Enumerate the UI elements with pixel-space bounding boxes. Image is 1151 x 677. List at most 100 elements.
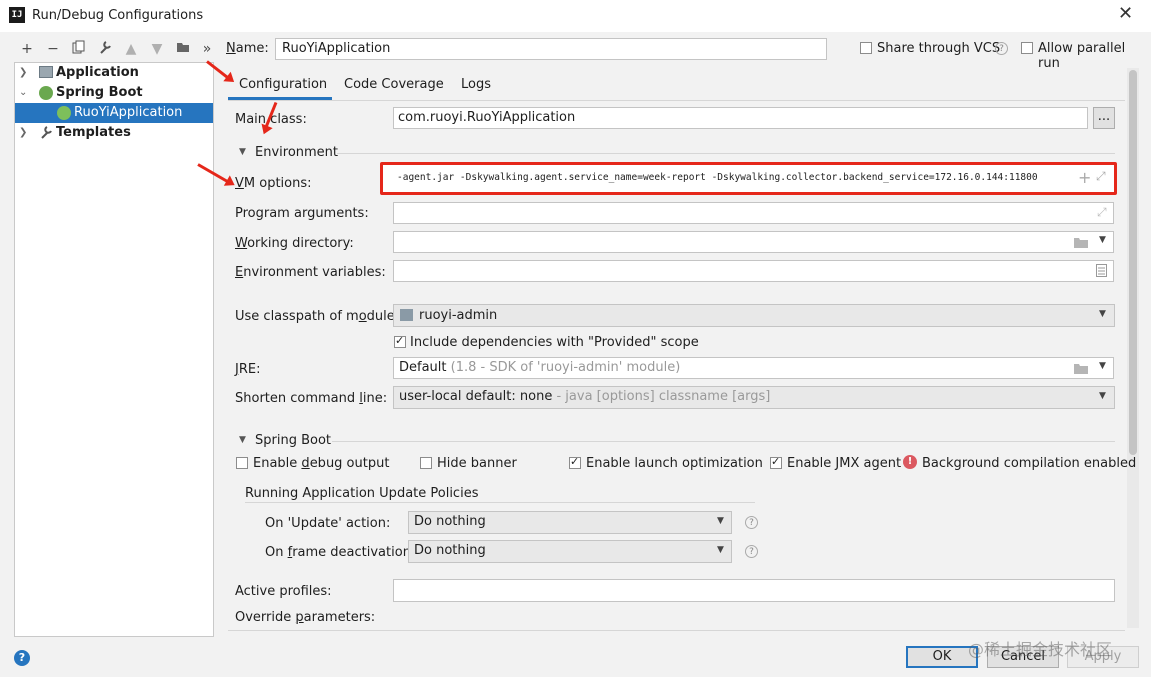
tree-item-spring-boot[interactable]: ⌄ Spring Boot bbox=[15, 83, 213, 103]
share-vcs-checkbox[interactable] bbox=[860, 42, 872, 54]
jmx-agent-label: Enable JMX agent bbox=[787, 456, 902, 471]
share-vcs-label: Share through VCS bbox=[877, 41, 1001, 56]
tree-item-application[interactable]: ❯ Application bbox=[15, 63, 213, 83]
env-vars-label: Environment variables: bbox=[235, 265, 386, 280]
collapse-triangle-icon[interactable]: ▼ bbox=[239, 147, 246, 157]
bg-compilation-label: Background compilation enabled bbox=[922, 456, 1137, 471]
close-window-button[interactable]: ✕ bbox=[1118, 3, 1133, 24]
section-divider bbox=[337, 153, 1115, 154]
chevron-down-icon: ▼ bbox=[717, 545, 724, 555]
program-args-label: Program arguments: bbox=[235, 206, 369, 221]
jmx-agent-checkbox[interactable] bbox=[770, 455, 782, 469]
on-update-select[interactable]: Do nothing ▼ bbox=[408, 511, 732, 534]
on-frame-select[interactable]: Do nothing ▼ bbox=[408, 540, 732, 563]
on-frame-value: Do nothing bbox=[414, 543, 486, 558]
intellij-logo-icon: IJ bbox=[9, 7, 25, 23]
on-update-value: Do nothing bbox=[414, 514, 486, 529]
tree-item-label: Application bbox=[56, 65, 139, 80]
config-tree[interactable]: ❯ Application ⌄ Spring Boot RuoYiApplica… bbox=[14, 62, 214, 637]
chevron-down-icon: ▼ bbox=[1099, 309, 1106, 319]
collapse-triangle-icon[interactable]: ▼ bbox=[239, 435, 246, 445]
insert-macro-icon[interactable]: + bbox=[1078, 168, 1091, 187]
tree-item-label: Spring Boot bbox=[56, 85, 143, 100]
tree-item-ruoyiapplication[interactable]: RuoYiApplication bbox=[15, 103, 213, 123]
title-bar: IJ Run/Debug Configurations ✕ bbox=[0, 0, 1151, 32]
main-class-value: com.ruoyi.RuoYiApplication bbox=[398, 110, 576, 125]
vm-options-highlight: -agent.jar -Dskywalking.agent.service_na… bbox=[380, 162, 1117, 195]
debug-output-checkbox[interactable] bbox=[236, 457, 248, 469]
on-update-label: On 'Update' action: bbox=[265, 516, 391, 531]
on-frame-label: On frame deactivation: bbox=[265, 545, 416, 560]
copy-config-icon[interactable] bbox=[70, 40, 88, 58]
env-vars-input[interactable] bbox=[393, 260, 1114, 282]
jre-value: Default bbox=[399, 360, 447, 375]
vm-options-input[interactable]: -agent.jar -Dskywalking.agent.service_na… bbox=[397, 172, 1073, 183]
parallel-run-label: Allow parallel run bbox=[1038, 41, 1126, 71]
shorten-select[interactable]: user-local default: none - java [options… bbox=[393, 386, 1115, 409]
classpath-select[interactable]: ruoyi-admin ▼ bbox=[393, 304, 1115, 327]
vm-options-label: VM options: bbox=[235, 176, 312, 191]
help-icon[interactable]: ? bbox=[995, 42, 1008, 55]
scrollbar-thumb[interactable] bbox=[1129, 70, 1137, 455]
jre-label: JRE: bbox=[235, 362, 261, 377]
classpath-label: Use classpath of module: bbox=[235, 309, 400, 324]
expand-icon[interactable]: ⤢ bbox=[1096, 169, 1106, 184]
tree-item-templates[interactable]: ❯ Templates bbox=[15, 123, 213, 143]
help-icon[interactable]: ? bbox=[745, 545, 758, 558]
new-folder-icon[interactable] bbox=[174, 40, 192, 58]
parallel-run-checkbox[interactable] bbox=[1021, 42, 1033, 54]
chevron-right-icon: ❯ bbox=[19, 67, 28, 78]
help-icon[interactable]: ? bbox=[14, 650, 30, 666]
panel-bottom-divider bbox=[228, 630, 1125, 631]
chevron-down-icon: ⌄ bbox=[19, 87, 28, 98]
tab-label: Configuration bbox=[239, 77, 328, 92]
hide-banner-label: Hide banner bbox=[437, 456, 517, 471]
chevron-down-icon: ▼ bbox=[717, 516, 724, 526]
scrollbar-track[interactable] bbox=[1127, 68, 1139, 628]
classpath-value: ruoyi-admin bbox=[419, 308, 498, 323]
override-params-label: Override parameters: bbox=[235, 610, 376, 625]
hide-banner-checkbox[interactable] bbox=[420, 457, 432, 469]
launch-optimization-label: Enable launch optimization bbox=[586, 456, 763, 471]
include-deps-label: Include dependencies with "Provided" sco… bbox=[410, 335, 699, 350]
jre-select[interactable]: Default (1.8 - SDK of 'ruoyi-admin' modu… bbox=[393, 357, 1114, 379]
wrench-icon bbox=[39, 125, 53, 146]
policies-title: Running Application Update Policies bbox=[245, 486, 479, 501]
working-dir-input[interactable]: ▼ bbox=[393, 231, 1114, 253]
error-icon: ! bbox=[903, 455, 917, 469]
expand-icon[interactable]: ⤢ bbox=[1097, 205, 1107, 220]
launch-optimization-checkbox[interactable] bbox=[569, 455, 581, 469]
chevron-down-icon[interactable]: ▼ bbox=[1099, 235, 1106, 245]
spring-boot-icon bbox=[39, 86, 53, 100]
remove-config-icon[interactable]: − bbox=[44, 40, 62, 58]
wrench-icon[interactable] bbox=[96, 40, 114, 58]
folder-icon[interactable] bbox=[1074, 362, 1088, 378]
edit-list-icon[interactable] bbox=[1096, 264, 1107, 281]
chevron-down-icon[interactable]: ▼ bbox=[1099, 361, 1106, 371]
tab-logs[interactable]: Logs bbox=[461, 77, 491, 92]
include-deps-checkbox[interactable] bbox=[394, 334, 406, 348]
tree-item-label: RuoYiApplication bbox=[74, 105, 183, 120]
shorten-hint: - java [options] classname [args] bbox=[556, 389, 771, 404]
active-profiles-input[interactable] bbox=[393, 579, 1115, 602]
tab-configuration[interactable]: Configuration bbox=[228, 72, 332, 100]
watermark: @稀土掘金技术社区 bbox=[968, 640, 1113, 659]
help-icon[interactable]: ? bbox=[745, 516, 758, 529]
name-input[interactable]: RuoYiApplication bbox=[275, 38, 827, 60]
move-up-icon[interactable]: ▲ bbox=[122, 40, 140, 58]
debug-output-label: Enable debug output bbox=[253, 456, 390, 471]
active-profiles-label: Active profiles: bbox=[235, 584, 332, 599]
chevron-down-icon: ▼ bbox=[1099, 391, 1106, 401]
more-actions-icon[interactable]: » bbox=[198, 40, 216, 58]
add-config-icon[interactable]: + bbox=[18, 40, 36, 58]
tab-code-coverage[interactable]: Code Coverage bbox=[344, 77, 444, 92]
move-down-icon[interactable]: ▼ bbox=[148, 40, 166, 58]
shorten-label: Shorten command line: bbox=[235, 391, 388, 406]
spring-boot-app-icon bbox=[57, 106, 71, 120]
browse-main-class-button[interactable]: ... bbox=[1093, 107, 1115, 129]
folder-icon[interactable] bbox=[1074, 236, 1088, 252]
window-title: Run/Debug Configurations bbox=[32, 8, 204, 23]
section-divider bbox=[245, 502, 755, 503]
program-args-input[interactable]: ⤢ bbox=[393, 202, 1114, 224]
main-class-input[interactable]: com.ruoyi.RuoYiApplication bbox=[393, 107, 1088, 129]
